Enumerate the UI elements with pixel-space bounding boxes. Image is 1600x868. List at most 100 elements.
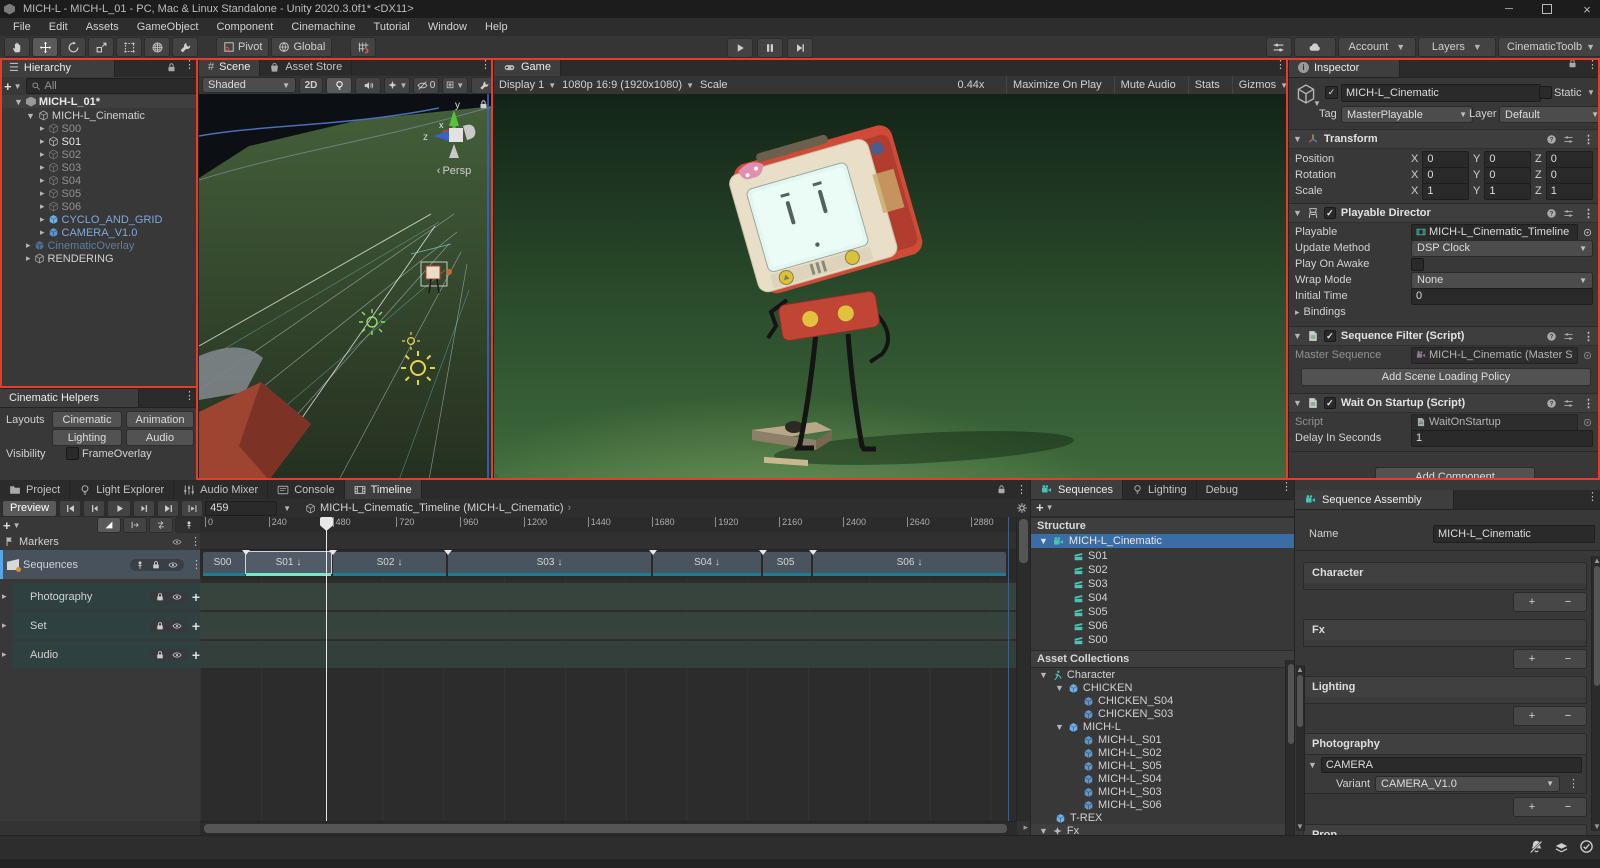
collection-row[interactable]: MICH-L_S06 (1031, 798, 1295, 812)
scroll-thumb[interactable] (204, 824, 1007, 833)
help-icon[interactable] (1546, 134, 1557, 145)
remove-button[interactable]: − (1550, 593, 1586, 611)
foldout-icon[interactable]: ▼ (1293, 208, 1302, 218)
tab-hierarchy[interactable]: ☰Hierarchy (0, 58, 115, 77)
timeline-lock-icon[interactable] (996, 484, 1007, 495)
collection-row[interactable]: ▼Character (1031, 668, 1295, 682)
sequences-menu-icon[interactable]: ⋮ (1278, 480, 1295, 499)
lock-icon[interactable] (151, 560, 161, 570)
custom-tool-button[interactable] (172, 37, 198, 57)
foldout-icon[interactable]: ▼ (1055, 683, 1064, 693)
component-menu-icon[interactable]: ⋮ (1580, 207, 1597, 220)
clip-s01[interactable]: S01↓ (246, 552, 331, 573)
help-icon[interactable] (1546, 331, 1557, 342)
menu-component[interactable]: Component (207, 21, 282, 33)
tab-light-explorer[interactable]: Light Explorer (70, 480, 174, 499)
gameobject-icon-caret[interactable]: ▼ (1313, 99, 1321, 108)
clip-s02[interactable]: S02↓ (333, 552, 446, 573)
add-button[interactable]: + (1514, 593, 1550, 611)
audio-foldout[interactable]: ▸ (2, 649, 7, 660)
hand-tool-button[interactable] (4, 37, 30, 57)
scene-fx-dropdown[interactable]: ▼ (384, 77, 410, 94)
clip-s00[interactable]: S00 (203, 552, 245, 573)
tag-dropdown[interactable]: MasterPlayable▼ (1341, 106, 1473, 123)
foldout-icon[interactable]: ▼ (1308, 760, 1317, 770)
timeline-breadcrumb[interactable]: MICH-L_Cinematic_Timeline (MICH-L_Cinema… (305, 502, 571, 514)
gameobject-name-field[interactable]: MICH-L_Cinematic (1341, 84, 1541, 102)
notifications-muted-icon[interactable] (1529, 839, 1544, 854)
timeline-vscrollbar[interactable] (1016, 517, 1030, 821)
add-button[interactable]: + (1514, 798, 1550, 816)
audio-track-header[interactable]: Audio + (12, 641, 206, 668)
clip-s06[interactable]: S06↓ (813, 552, 1006, 573)
wait-on-startup-header[interactable]: ▼ ✓ Wait On Startup (Script) ⋮ (1289, 393, 1600, 413)
collection-row[interactable]: ▼CHICKEN (1031, 681, 1295, 695)
assembly-scrollbar[interactable]: ▲ ▼ (1591, 556, 1600, 831)
collection-row[interactable]: MICH-L_S02 (1031, 746, 1295, 760)
layers-status-icon[interactable] (1554, 839, 1569, 854)
add-clip-button[interactable]: + (192, 647, 200, 663)
presets-icon[interactable] (1563, 134, 1574, 145)
preview-toggle[interactable]: Preview (2, 500, 57, 517)
scroll-thumb[interactable] (1594, 566, 1600, 686)
sequence-filter-header[interactable]: ▼ ✓ Sequence Filter (Script) ⋮ (1289, 326, 1600, 346)
foldout-icon[interactable]: ▸ (40, 227, 45, 238)
update-method-dropdown[interactable]: DSP Clock▼ (1411, 240, 1593, 257)
collection-row[interactable]: T-REX (1031, 811, 1295, 825)
foldout-icon[interactable]: ▸ (40, 188, 45, 199)
presets-icon[interactable] (1563, 331, 1574, 342)
scale-tool-button[interactable] (88, 37, 114, 57)
sequence-root-row[interactable]: ▼ MICH-L_Cinematic (1031, 534, 1295, 548)
tab-scene[interactable]: #Scene (199, 58, 260, 76)
scroll-thumb[interactable] (1019, 519, 1028, 563)
object-picker-icon[interactable] (1582, 227, 1593, 238)
foldout-icon[interactable]: ▼ (1055, 722, 1064, 732)
rect-tool-button[interactable] (116, 37, 142, 57)
inspector-lock-icon[interactable] (1567, 58, 1578, 69)
layout-audio-button[interactable]: Audio (126, 429, 194, 446)
mix-mode-button[interactable] (97, 517, 121, 533)
hierarchy-search-input[interactable]: All (26, 78, 198, 94)
section-fx-header[interactable]: Fx (1303, 619, 1587, 641)
gizmos-dropdown[interactable]: Gizmos▼ (1232, 76, 1289, 94)
pin-icon[interactable] (135, 560, 145, 570)
scroll-thumb[interactable] (1297, 675, 1303, 727)
timeline-hscrollbar[interactable]: ▸ (200, 821, 1017, 835)
timeline-play-button[interactable] (107, 500, 131, 517)
remove-button[interactable]: − (1550, 798, 1586, 816)
layout-dropdown[interactable]: CinematicToolb▼ (1498, 37, 1600, 57)
hierarchy-row[interactable]: ▸ CAMERA_V1.0 ⊼ › (0, 226, 198, 239)
sequences-track-header[interactable]: Sequences ⋮ (0, 550, 209, 579)
eye-icon[interactable] (171, 537, 183, 547)
audio-lane[interactable] (200, 641, 1016, 668)
photography-track-header[interactable]: Photography + (12, 583, 206, 610)
bindings-foldout-icon[interactable]: ▸ (1295, 307, 1300, 318)
tab-console[interactable]: Console (268, 480, 344, 499)
scene-tools-button[interactable] (471, 77, 494, 94)
tab-audio-mixer[interactable]: Audio Mixer (174, 480, 268, 499)
eye-icon[interactable] (167, 560, 179, 570)
add-scene-loading-policy-button[interactable]: Add Scene Loading Policy (1301, 368, 1591, 386)
rotation-y-field[interactable]: 0 (1484, 167, 1531, 184)
foldout-icon[interactable]: ▼ (1039, 826, 1048, 835)
collection-row[interactable]: MICH-L_S01 (1031, 733, 1295, 747)
mute-audio-toggle[interactable]: Mute Audio (1114, 76, 1182, 94)
position-z-field[interactable]: 0 (1546, 151, 1593, 168)
cloud-button[interactable] (1294, 37, 1336, 57)
frame-field-caret[interactable]: ▼ (283, 504, 291, 513)
grid-snap-button[interactable] (350, 37, 376, 57)
replace-mode-button[interactable] (149, 517, 173, 533)
position-x-field[interactable]: 0 (1422, 151, 1469, 168)
component-menu-icon[interactable]: ⋮ (1580, 397, 1597, 410)
menu-edit[interactable]: Edit (40, 21, 77, 33)
add-clip-button[interactable]: + (192, 618, 200, 634)
set-track-header[interactable]: Set + (12, 612, 206, 639)
scene-viewport[interactable]: y x z ‹Persp (199, 94, 494, 480)
tab-sequences[interactable]: Sequences (1031, 480, 1123, 499)
scene-audio-toggle[interactable] (355, 77, 381, 94)
lock-icon[interactable] (155, 621, 165, 631)
2d-toggle[interactable]: 2D (299, 77, 323, 94)
rotate-tool-button[interactable] (60, 37, 86, 57)
hierarchy-row[interactable]: ▸ S03 (0, 161, 198, 174)
component-menu-icon[interactable]: ⋮ (1580, 330, 1597, 343)
